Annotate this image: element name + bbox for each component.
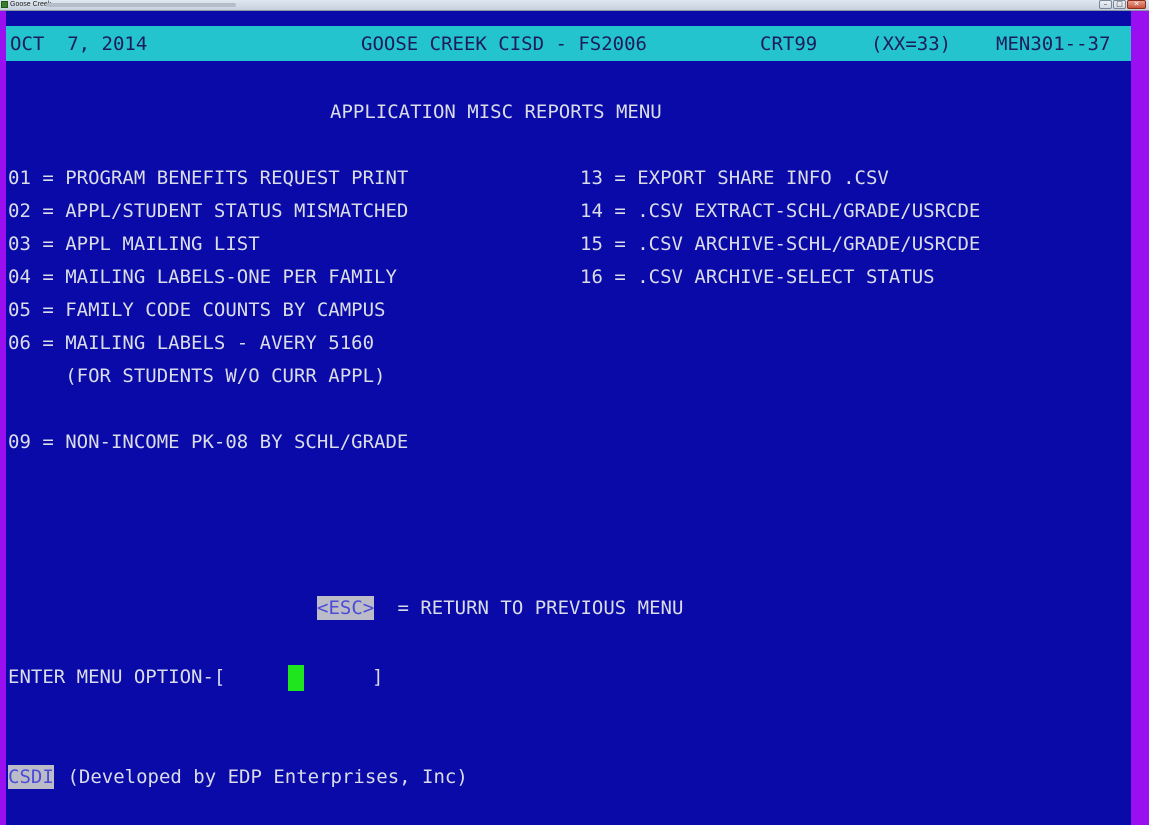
status-date: OCT 7, 2014 [10, 33, 148, 55]
window-frame-left [0, 11, 6, 825]
app-icon [1, 1, 8, 8]
menu-item-06[interactable]: 06 = MAILING LABELS - AVERY 5160 [8, 331, 374, 355]
window-frame-right [1131, 11, 1149, 825]
menu-item-16[interactable]: 16 = .CSV ARCHIVE-SELECT STATUS [580, 265, 935, 289]
menu-item-09[interactable]: 09 = NON-INCOME PK-08 BY SCHL/GRADE [8, 430, 408, 454]
menu-item-05[interactable]: 05 = FAMILY CODE COUNTS BY CAMPUS [8, 298, 386, 322]
menu-item-06-note: (FOR STUDENTS W/O CURR APPL) [8, 365, 386, 387]
menu-item-01[interactable]: 01 = PROGRAM BENEFITS REQUEST PRINT [8, 166, 408, 190]
developer-credit: (Developed by EDP Enterprises, Inc) [56, 766, 468, 788]
menu-option-input[interactable] [288, 665, 304, 691]
status-menu-code: MEN301--37 [996, 33, 1111, 55]
menu-item-14[interactable]: 14 = .CSV EXTRACT-SCHL/GRADE/USRCDE [580, 199, 980, 223]
menu-title: APPLICATION MISC REPORTS MENU [330, 101, 662, 123]
window-titlebar: Goose Creek – □ ✕ [0, 0, 1149, 11]
close-button[interactable]: ✕ [1127, 0, 1146, 9]
maximize-button[interactable]: □ [1113, 0, 1126, 9]
menu-option-prompt: ENTER MENU OPTION-[ [8, 666, 226, 688]
status-system: GOOSE CREEK CISD - FS2006 [361, 33, 647, 55]
menu-option-bracket-close: ] [372, 666, 384, 688]
menu-item-02[interactable]: 02 = APPL/STUDENT STATUS MISMATCHED [8, 199, 408, 223]
esc-key-label[interactable]: <ESC> [317, 596, 375, 620]
window-controls: – □ ✕ [1099, 0, 1146, 9]
esc-return-text: = RETURN TO PREVIOUS MENU [386, 597, 684, 619]
status-terminal: CRT99 [760, 33, 818, 55]
menu-item-13[interactable]: 13 = EXPORT SHARE INFO .CSV [580, 166, 889, 190]
menu-item-03[interactable]: 03 = APPL MAILING LIST [8, 232, 260, 256]
minimize-button[interactable]: – [1099, 0, 1112, 9]
csdi-label: CSDI [8, 765, 54, 789]
status-session: (XX=33) [871, 33, 952, 55]
menu-item-15[interactable]: 15 = .CSV ARCHIVE-SCHL/GRADE/USRCDE [580, 232, 980, 256]
window-title-detail [46, 3, 236, 7]
menu-item-04[interactable]: 04 = MAILING LABELS-ONE PER FAMILY [8, 265, 397, 289]
